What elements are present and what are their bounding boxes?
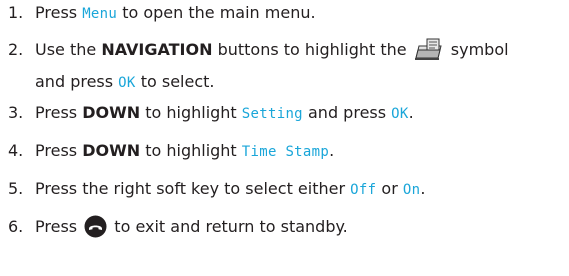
step-number: 3. [8, 103, 24, 122]
step-text: Press [35, 217, 83, 236]
step-text: symbol [445, 40, 509, 59]
instruction-step-5: 5. Press the right soft key to select eit… [8, 176, 564, 203]
step-text: . [329, 141, 335, 160]
step-number: 1. [8, 3, 24, 22]
display-text-off: Off [350, 182, 377, 198]
step-text: Press [35, 141, 83, 160]
display-text-ok: OK [118, 75, 136, 91]
step-number: 4. [8, 141, 24, 160]
step-text: to exit and return to standby. [109, 217, 348, 236]
step-text: . [408, 103, 414, 122]
step-number: 2. [8, 40, 24, 59]
instruction-step-2: 2. Use the NAVIGATION buttons to highligh… [8, 37, 564, 96]
instruction-step-3: 3. Press DOWN to highlight Setting and pr… [8, 100, 564, 127]
instruction-step-6: 6. Press to exit and return to standby. [8, 214, 564, 246]
step-text: buttons to highlight the [212, 40, 412, 59]
step-text: to highlight [140, 141, 242, 160]
step-number: 5. [8, 179, 24, 198]
messages-folder-icon [414, 37, 444, 69]
step-text: Press [35, 3, 83, 22]
end-call-key-icon [84, 215, 107, 246]
display-text-ok: OK [391, 106, 409, 122]
instruction-step-1: 1. Press Menu to open the main menu. [8, 0, 564, 27]
step-text: and press [35, 72, 119, 91]
step-text: to highlight [140, 103, 242, 122]
step-text: . [420, 179, 426, 198]
step-text: to open the main menu. [117, 3, 316, 22]
display-text-menu: Menu [82, 6, 118, 22]
key-name-down: DOWN [82, 141, 141, 160]
step-number: 6. [8, 217, 24, 236]
step-text: Press [35, 103, 83, 122]
instruction-step-4: 4. Press DOWN to highlight Time Stamp. [8, 138, 564, 165]
step-text: Press the right soft key to select eithe… [35, 179, 351, 198]
key-name-down: DOWN [82, 103, 141, 122]
display-text-time-stamp: Time Stamp [241, 144, 330, 160]
step-text: and press [302, 103, 392, 122]
step-text: Use the [35, 40, 102, 59]
display-text-on: On [402, 182, 421, 198]
display-text-setting: Setting [241, 106, 303, 122]
step-text: or [376, 179, 403, 198]
step-text: to select. [135, 72, 215, 91]
step-continuation: and press OK to select. [8, 69, 564, 96]
key-name-navigation: NAVIGATION [101, 40, 213, 59]
